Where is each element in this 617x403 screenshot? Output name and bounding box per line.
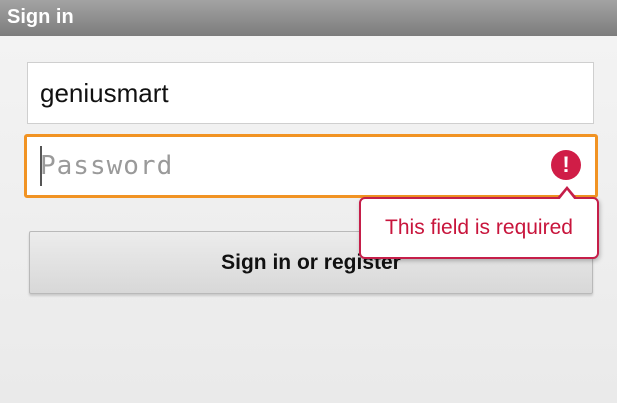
error-tooltip: This field is required xyxy=(359,186,599,259)
text-cursor xyxy=(40,146,42,186)
password-input[interactable] xyxy=(27,137,537,195)
title-bar: Sign in xyxy=(0,0,617,36)
error-message: This field is required xyxy=(385,216,573,239)
window-title: Sign in xyxy=(7,6,74,28)
password-field[interactable]: ! xyxy=(24,134,598,198)
error-exclamation-icon: ! xyxy=(551,150,581,180)
username-input[interactable] xyxy=(27,62,594,124)
